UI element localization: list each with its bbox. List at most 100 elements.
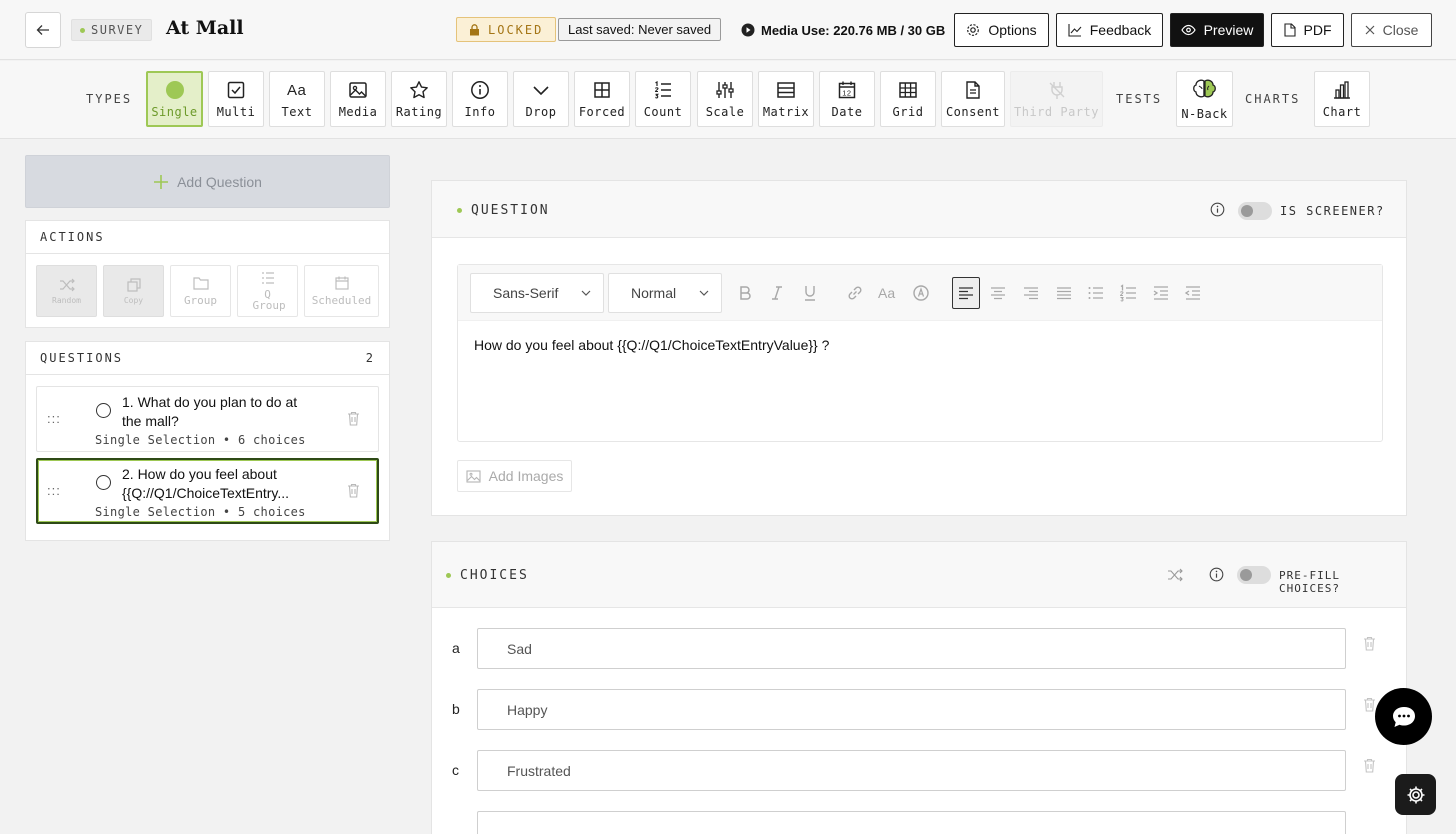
delete-question-button[interactable] (347, 483, 360, 503)
shuffle-icon[interactable] (1167, 568, 1183, 582)
align-left-icon (959, 287, 973, 300)
list-group-icon (261, 272, 274, 284)
type-consent-button[interactable]: Consent (941, 71, 1005, 127)
align-center-icon[interactable] (989, 284, 1007, 302)
actions-title: ACTIONS (40, 230, 105, 244)
underline-icon[interactable] (801, 284, 819, 302)
info-icon (471, 80, 489, 99)
radio-circle-icon (96, 403, 111, 418)
question-card: QUESTION IS SCREENER? Sans-Serif Normal … (431, 180, 1407, 516)
type-matrix-button[interactable]: Matrix (758, 71, 814, 127)
action-copy-button[interactable]: Copy (103, 265, 164, 317)
type-info-button[interactable]: Info (452, 71, 508, 127)
pdf-button[interactable]: PDF (1271, 13, 1344, 47)
at-sign-icon[interactable] (912, 284, 930, 302)
type-media-button[interactable]: Media (330, 71, 386, 127)
action-qgroup-button[interactable]: Q Group (237, 265, 298, 317)
type-grid-button[interactable]: Grid (880, 71, 936, 127)
choices-title-label: CHOICES (460, 568, 529, 583)
align-justify-icon[interactable] (1055, 284, 1073, 302)
font-family-select[interactable]: Sans-Serif (470, 273, 604, 313)
action-random-button[interactable]: Random (36, 265, 97, 317)
align-left-button[interactable] (952, 277, 980, 309)
indent-icon[interactable] (1152, 284, 1170, 302)
type-third-party-button[interactable]: Third Party (1010, 71, 1103, 127)
forced-grid-icon (594, 81, 610, 98)
options-button[interactable]: Options (954, 13, 1049, 47)
play-circle-icon (741, 23, 755, 37)
type-text-label: Text (281, 104, 313, 119)
checkbox-icon (227, 81, 245, 98)
preview-button[interactable]: Preview (1170, 13, 1264, 47)
type-multi-button[interactable]: Multi (208, 71, 264, 127)
text-size-icon[interactable]: Aa (878, 284, 898, 302)
svg-text:Aa: Aa (878, 285, 895, 301)
delete-question-button[interactable] (347, 411, 360, 431)
type-drop-button[interactable]: Drop (513, 71, 569, 127)
type-text-button[interactable]: Aa Text (269, 71, 325, 127)
section-dot (446, 573, 451, 578)
add-images-button[interactable]: Add Images (457, 460, 572, 492)
pdf-label: PDF (1303, 22, 1332, 38)
shuffle-icon (59, 278, 75, 291)
type-forced-button[interactable]: Forced (574, 71, 630, 127)
ordered-list-icon[interactable] (1119, 284, 1137, 302)
type-rating-button[interactable]: Rating (391, 71, 447, 127)
action-random-label: Random (52, 295, 81, 305)
question-list-item-2[interactable]: ::: 2. How do you feel about {{Q://Q1/Ch… (36, 458, 379, 524)
chevron-down-icon (533, 85, 549, 95)
chevron-down-icon (699, 290, 709, 296)
choice-input-partial[interactable] (477, 811, 1346, 834)
delete-choice-button[interactable] (1363, 636, 1376, 656)
chat-button[interactable] (1375, 688, 1432, 745)
close-button[interactable]: Close (1351, 13, 1432, 47)
add-question-button[interactable]: Add Question (25, 155, 390, 208)
brain-icon (1192, 79, 1216, 97)
type-forced-label: Forced (578, 104, 626, 119)
page-title: At Mall (166, 17, 244, 39)
action-group-button[interactable]: Group (170, 265, 231, 317)
questions-count: 2 (365, 351, 375, 365)
info-icon[interactable] (1210, 202, 1225, 217)
back-button[interactable] (25, 12, 61, 48)
outdent-icon[interactable] (1184, 284, 1202, 302)
question-list-item-1[interactable]: ::: 1. What do you plan to do at the mal… (36, 386, 379, 452)
info-icon[interactable] (1209, 567, 1224, 582)
type-date-label: Date (831, 104, 863, 119)
link-icon[interactable] (846, 284, 864, 302)
type-single-button[interactable]: Single (146, 71, 203, 127)
prefill-toggle[interactable] (1237, 566, 1271, 584)
action-scheduled-button[interactable]: Scheduled (304, 265, 379, 317)
choices-card-title: CHOICES (446, 568, 529, 583)
file-icon (1283, 23, 1296, 37)
type-scale-button[interactable]: Scale (697, 71, 753, 127)
drag-handle-icon[interactable]: ::: (47, 483, 61, 498)
italic-icon[interactable] (768, 284, 786, 302)
bullet-list-icon[interactable] (1087, 284, 1105, 302)
choice-input[interactable] (477, 750, 1346, 791)
add-images-label: Add Images (488, 468, 564, 484)
settings-button[interactable] (1395, 774, 1436, 815)
lock-icon (470, 23, 479, 35)
delete-choice-button[interactable] (1363, 758, 1376, 778)
choice-input[interactable] (477, 628, 1346, 669)
font-size-select[interactable]: Normal (608, 273, 722, 313)
test-nback-label: N-Back (1181, 106, 1228, 121)
type-count-button[interactable]: Count (635, 71, 691, 127)
drag-handle-icon[interactable]: ::: (47, 411, 61, 426)
media-usage: Media Use: 220.76 MB / 30 GB (741, 19, 945, 41)
text-aa-icon: Aa (287, 82, 306, 99)
screener-toggle[interactable] (1238, 202, 1272, 220)
chart-button[interactable]: Chart (1314, 71, 1370, 127)
type-rating-label: Rating (395, 104, 443, 119)
bold-icon[interactable] (736, 284, 754, 302)
test-nback-button[interactable]: N-Back (1176, 71, 1233, 127)
type-date-button[interactable]: 12 Date (819, 71, 875, 127)
action-group-label: Group (183, 293, 218, 307)
question-text[interactable]: How do you feel about {{Q://Q1/ChoiceTex… (474, 337, 829, 353)
feedback-button[interactable]: Feedback (1056, 13, 1163, 47)
align-right-icon[interactable] (1022, 284, 1040, 302)
choice-input[interactable] (477, 689, 1346, 730)
section-dot (457, 208, 462, 213)
locked-badge: LOCKED (456, 17, 557, 42)
